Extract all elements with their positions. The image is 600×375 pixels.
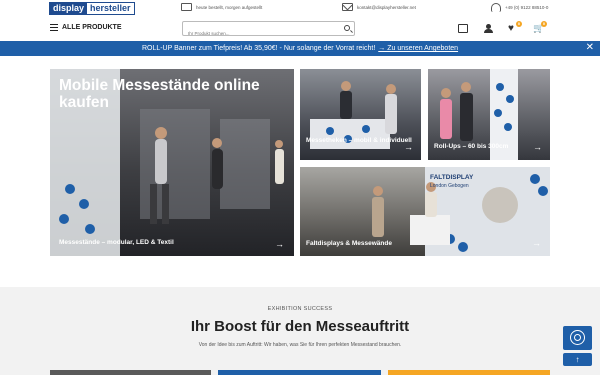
tile-messestaende[interactable]: Mobile Messestände online kaufen Messest… xyxy=(50,69,294,256)
account-icon[interactable] xyxy=(483,24,493,33)
all-products-label: ALLE PRODUKTE xyxy=(62,24,122,31)
usp-delivery: heute bestellt, morgen aufgestellt xyxy=(181,3,262,11)
all-products-menu[interactable]: ALLE PRODUKTE xyxy=(50,24,122,31)
section-subline: Von der Idee bis zum Auftritt: Wir haben… xyxy=(198,342,402,348)
usp-phone-text[interactable]: +49 (0) 9122 88510-0 xyxy=(505,5,548,10)
wishlist-count-badge: 0 xyxy=(516,21,522,27)
tile-messestaende-caption: Messestände – modular, LED & Textil xyxy=(59,239,174,246)
hero-title: Mobile Messestände online kaufen xyxy=(59,77,260,111)
hamburger-icon xyxy=(50,24,58,31)
faltdisplay-image-title: FALTDISPLAY xyxy=(430,174,474,181)
card-strip-1[interactable] xyxy=(50,370,211,375)
tile-messetheken-caption: Messetheken – mobil & individuell xyxy=(306,137,412,144)
cart-count-badge: 0 xyxy=(541,21,547,27)
search-icon[interactable] xyxy=(344,25,350,31)
tile-messetheken-image xyxy=(310,81,397,149)
logo-part-display: display xyxy=(50,3,88,14)
tile-faltdisplays-caption: Faltdisplays & Messewände xyxy=(306,240,392,247)
tile-rollups[interactable]: Roll-Ups – 60 bis 300cm → xyxy=(428,69,550,160)
headset-icon xyxy=(491,3,501,12)
usp-phone[interactable]: +49 (0) 9122 88510-0 xyxy=(491,3,548,12)
wishlist-icon[interactable]: ♥ 0 xyxy=(508,21,522,34)
cart-icon[interactable]: 🛒 0 xyxy=(533,21,547,33)
tile-rollups-caption: Roll-Ups – 60 bis 300cm xyxy=(434,143,509,150)
search-input[interactable] xyxy=(183,27,333,40)
faltdisplay-image-subtitle: London Gebogen xyxy=(430,183,469,189)
card-strip-2[interactable] xyxy=(218,370,381,375)
support-chat-button[interactable] xyxy=(563,326,592,350)
phone-contact-icon[interactable] xyxy=(458,24,468,33)
main-header: ALLE PRODUKTE ♥0 🛒0 xyxy=(0,17,600,41)
mail-icon xyxy=(342,3,353,11)
usp-email-text[interactable]: kontakt@displayhersteller.net xyxy=(357,5,416,10)
tile-messetheken[interactable]: Messetheken – mobil & individuell → xyxy=(300,69,421,160)
usp-delivery-text: heute bestellt, morgen aufgestellt xyxy=(196,4,263,10)
promo-banner: ROLL-UP Banner zum Tiefpreis! Ab 35,90€!… xyxy=(0,41,600,56)
truck-icon xyxy=(181,3,192,11)
card-strip-3[interactable] xyxy=(388,370,550,375)
logo-part-hersteller: hersteller xyxy=(90,3,131,13)
tile-faltdisplays[interactable]: FALTDISPLAY London Gebogen Faltdisplays … xyxy=(300,167,550,256)
search-box[interactable] xyxy=(182,21,355,40)
usp-email[interactable]: kontakt@displayhersteller.net xyxy=(342,3,416,11)
arrow-right-icon[interactable]: → xyxy=(404,143,413,152)
arrow-right-icon[interactable]: → xyxy=(275,240,284,249)
section-headline: Ihr Boost für den Messeauftritt xyxy=(190,318,410,335)
arrow-right-icon[interactable]: → xyxy=(533,143,542,152)
logo[interactable]: display hersteller xyxy=(49,2,135,15)
scroll-to-top-button[interactable]: ↑ xyxy=(563,353,592,366)
section-eyebrow: EXHIBITION SUCCESS xyxy=(267,306,333,312)
arrow-right-icon[interactable]: → xyxy=(532,239,541,248)
close-icon[interactable]: ✕ xyxy=(586,42,594,54)
top-bar: display hersteller heute bestellt, morge… xyxy=(0,0,600,17)
promo-banner-text: ROLL-UP Banner zum Tiefpreis! Ab 35,90€!… xyxy=(141,45,376,52)
promo-banner-link[interactable]: → Zu unseren Angeboten xyxy=(378,45,458,52)
